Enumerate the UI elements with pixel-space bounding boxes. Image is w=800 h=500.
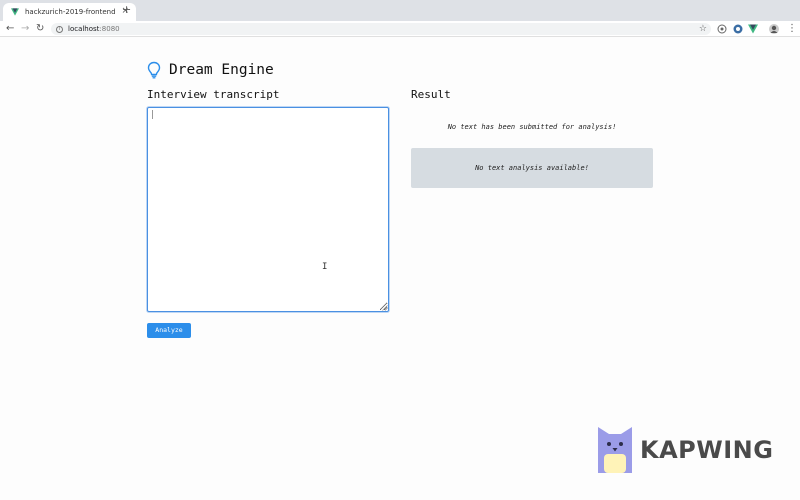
url-host: localhost <box>68 25 100 33</box>
kapwing-cat-logo <box>598 427 632 473</box>
mouse-ibeam-cursor-icon: I <box>322 262 328 272</box>
analysis-result-box: No text analysis available! <box>411 148 653 188</box>
extension-icon[interactable] <box>717 24 727 34</box>
address-url: localhost:8080 <box>68 25 120 33</box>
transcript-textarea[interactable] <box>147 107 389 312</box>
lightbulb-icon <box>147 61 161 79</box>
kapwing-watermark: KAPWING <box>598 427 773 473</box>
reload-button[interactable]: ↻ <box>36 22 44 36</box>
star-icon[interactable]: ☆ <box>699 23 707 35</box>
analyze-button[interactable]: Analyze <box>147 323 191 338</box>
page-title: Dream Engine <box>169 62 274 78</box>
profile-avatar-icon[interactable] <box>769 24 779 34</box>
text-cursor <box>152 110 153 119</box>
address-bar[interactable]: i localhost:8080 ☆ <box>51 23 711 35</box>
browser-tab-bar: hackzurich-2019-frontend × + <box>0 0 800 21</box>
vue-devtools-icon[interactable] <box>748 24 758 34</box>
no-text-message: No text has been submitted for analysis! <box>447 123 617 131</box>
transcript-heading: Interview transcript <box>147 88 280 101</box>
extension-icon[interactable] <box>733 24 743 34</box>
menu-icon[interactable]: ⋮ <box>787 22 797 36</box>
kapwing-brand: KAPWING <box>640 436 774 464</box>
vue-favicon-icon <box>11 8 19 16</box>
browser-tab[interactable]: hackzurich-2019-frontend × <box>3 3 136 21</box>
info-icon[interactable]: i <box>56 25 63 33</box>
resize-handle-icon[interactable] <box>382 305 388 311</box>
forward-button[interactable]: → <box>21 22 29 36</box>
no-analysis-message: No text analysis available! <box>475 164 589 172</box>
app-header: Dream Engine <box>147 61 274 79</box>
new-tab-button[interactable]: + <box>122 4 131 16</box>
tab-title: hackzurich-2019-frontend <box>25 8 116 16</box>
result-heading: Result <box>411 88 451 101</box>
back-button[interactable]: ← <box>6 22 14 36</box>
url-port: :8080 <box>99 25 120 33</box>
browser-toolbar: ← → ↻ i localhost:8080 ☆ ⋮ <box>0 21 800 37</box>
